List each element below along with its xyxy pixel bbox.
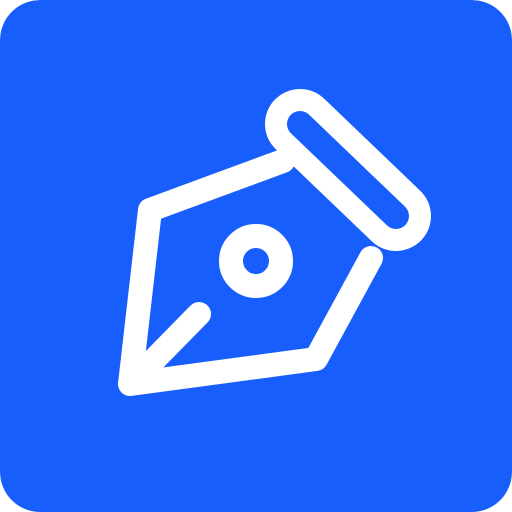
app-icon[interactable] — [0, 0, 512, 512]
icon-background — [0, 0, 512, 512]
pen-nib-icon — [0, 0, 512, 512]
